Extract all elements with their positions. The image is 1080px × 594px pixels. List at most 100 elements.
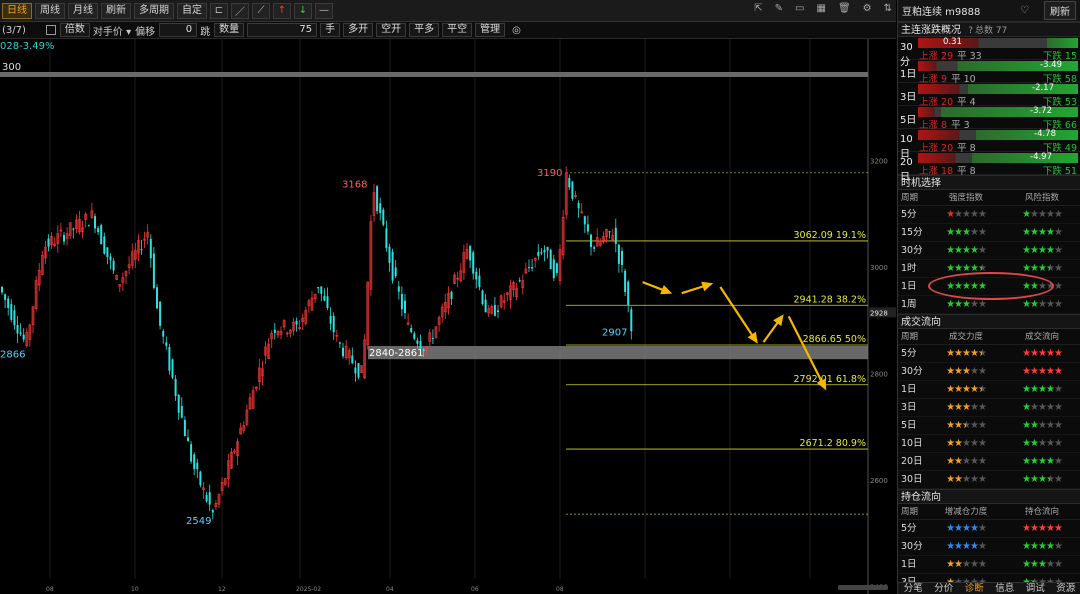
- bottom-tab[interactable]: 诊断: [959, 583, 990, 594]
- period-button[interactable]: 多周期: [134, 2, 174, 19]
- image-icon[interactable]: ▭: [795, 3, 804, 14]
- bottom-tab[interactable]: 调试: [1020, 583, 1051, 594]
- qty-input[interactable]: 75: [247, 23, 318, 37]
- draw-tool-icon[interactable]: ⊏: [210, 2, 228, 19]
- candle-body: [47, 238, 50, 247]
- candle-body: [450, 291, 453, 299]
- table-row[interactable]: 1周 ★★★★★ ★★★★★: [898, 296, 1080, 314]
- updown-period: 5日: [900, 115, 917, 126]
- bottom-tab[interactable]: 资源: [1051, 583, 1080, 594]
- candle-body: [590, 234, 592, 248]
- period-button[interactable]: 自定: [177, 2, 207, 19]
- grid-icon[interactable]: ▦: [816, 3, 825, 14]
- candle-body: [338, 342, 341, 344]
- table-row[interactable]: 3日 ★★★★★ ★★★★★: [898, 399, 1080, 417]
- table-row[interactable]: 5分 ★★★★★ ★★★★★: [898, 520, 1080, 538]
- candle-body: [183, 419, 186, 437]
- period-buttons: 日线 周线 月线 刷新 多周期 自定: [2, 2, 210, 19]
- updown-row[interactable]: 3日 -2.17 上涨 20 平 4 下跌 53: [898, 83, 1080, 108]
- refresh-button[interactable]: 刷新: [1044, 1, 1076, 20]
- pin-icon[interactable]: ⇱: [754, 3, 762, 14]
- updown-row[interactable]: 1日 -3.49 上涨 9平 10 下跌 58: [898, 60, 1080, 85]
- price-label: 2840-2861: [369, 348, 424, 359]
- multiple-button[interactable]: 倍数: [59, 23, 90, 37]
- hline-tool-icon[interactable]: —: [315, 2, 333, 19]
- candle-body: [583, 216, 586, 225]
- star-rating: ★★★★★: [1022, 348, 1063, 359]
- star-rating: ★★★★★: [946, 456, 987, 467]
- candle-body: [379, 203, 382, 214]
- table-row[interactable]: 5分 ★★★★★ ★★★★★: [898, 345, 1080, 363]
- order-button[interactable]: 平多: [409, 23, 440, 37]
- table-row[interactable]: 5分 ★★★★★ ★★★★★: [898, 206, 1080, 224]
- favorite-icon[interactable]: ♡: [1020, 5, 1029, 16]
- candle-body: [571, 181, 574, 199]
- candle-body: [149, 238, 152, 259]
- updown-row[interactable]: 30分 0.31 上涨 29 平 33 下跌 15: [898, 37, 1080, 68]
- target-icon[interactable]: ◎: [512, 25, 521, 36]
- updown-period: 3日: [900, 92, 917, 103]
- table-row[interactable]: 10日 ★★★★★ ★★★★★: [898, 435, 1080, 453]
- qty-label: 数量: [214, 23, 245, 37]
- ray-tool-icon[interactable]: ⟋: [252, 2, 270, 19]
- trash-icon[interactable]: 🗑: [838, 3, 851, 14]
- table-row[interactable]: 30分 ★★★★★ ★★★★★: [898, 363, 1080, 381]
- checkbox[interactable]: [45, 25, 56, 35]
- order-button[interactable]: 管理: [475, 23, 506, 37]
- star-rating: ★★★★★: [1022, 299, 1063, 310]
- period-button[interactable]: 刷新: [101, 2, 131, 19]
- updown-row[interactable]: 20日 -4.97 上涨 18 平 8 下跌 51: [898, 152, 1080, 183]
- table-row[interactable]: 1日 ★★★★★ ★★★★★: [898, 278, 1080, 296]
- table-row[interactable]: 20日 ★★★★★ ★★★★★: [898, 453, 1080, 471]
- kline-chart[interactable]: 300028-3.49%3200300028002600240029280810…: [0, 39, 896, 594]
- star-rating: ★★★★★: [1022, 281, 1063, 292]
- updown-row[interactable]: 5日 -3.72 上涨 8平 3 下跌 66: [898, 106, 1080, 131]
- kline-svg: 300028-3.49%3200300028002600240029280810…: [0, 39, 896, 594]
- table-row[interactable]: 30分 ★★★★★ ★★★★★: [898, 242, 1080, 260]
- updown-bar: [918, 84, 1078, 94]
- candle-body: [190, 444, 193, 462]
- candle-body: [376, 186, 379, 212]
- period-button[interactable]: 月线: [68, 2, 98, 19]
- up-count: 上涨 18: [919, 166, 954, 177]
- settings-icon[interactable]: ⚙: [863, 3, 872, 14]
- candle-body: [103, 236, 106, 254]
- star-rating: ★★★★★: [1022, 263, 1063, 274]
- order-button[interactable]: 多开: [343, 23, 374, 37]
- price-label: 3168: [342, 180, 367, 191]
- table-row[interactable]: 15分 ★★★★★ ★★★★★: [898, 224, 1080, 242]
- line-tool-icon[interactable]: ／: [231, 2, 249, 19]
- table-row[interactable]: 30日 ★★★★★ ★★★★★: [898, 471, 1080, 489]
- candle-body: [332, 315, 335, 333]
- order-button[interactable]: 平空: [442, 23, 473, 37]
- candle-body: [410, 327, 413, 333]
- price-mode-select[interactable]: 对手价 ▾: [93, 23, 131, 38]
- up-arrow-icon[interactable]: ↑: [273, 2, 291, 19]
- table-row[interactable]: 1日 ★★★★★ ★★★★★: [898, 556, 1080, 574]
- updown-row[interactable]: 10日 -4.78 上涨 20 平 8 下跌 49: [898, 129, 1080, 160]
- table-row[interactable]: 30分 ★★★★★ ★★★★★: [898, 538, 1080, 556]
- offset-input[interactable]: 0: [159, 23, 198, 37]
- bottom-tab[interactable]: 分价: [929, 583, 960, 594]
- pencil-icon[interactable]: ✎: [775, 3, 783, 14]
- help-icon[interactable]: ?: [968, 26, 973, 36]
- period-cell: 20日: [901, 456, 923, 467]
- bottom-tab[interactable]: 信息: [990, 583, 1021, 594]
- down-count: 下跌 51: [1042, 166, 1077, 177]
- table-row[interactable]: 5日 ★★★★★ ★★★★★: [898, 417, 1080, 435]
- candle-body: [187, 437, 189, 442]
- order-button[interactable]: 空开: [376, 23, 407, 37]
- candle-body: [320, 286, 323, 294]
- period-cell: 30分: [901, 366, 923, 377]
- bottom-tab[interactable]: 分笔: [898, 583, 929, 594]
- down-arrow-icon[interactable]: ↓: [294, 2, 312, 19]
- candle-body: [497, 310, 499, 312]
- more-icon[interactable]: ⇅: [884, 3, 892, 14]
- period-button[interactable]: 日线: [2, 2, 32, 19]
- table-row[interactable]: 1日 ★★★★★ ★★★★★: [898, 381, 1080, 399]
- table-row[interactable]: 1时 ★★★★★ ★★★★★: [898, 260, 1080, 278]
- period-cell: 30分: [901, 541, 923, 552]
- forecast-arrow: [642, 281, 666, 292]
- period-button[interactable]: 周线: [35, 2, 65, 19]
- candle-body: [475, 271, 478, 280]
